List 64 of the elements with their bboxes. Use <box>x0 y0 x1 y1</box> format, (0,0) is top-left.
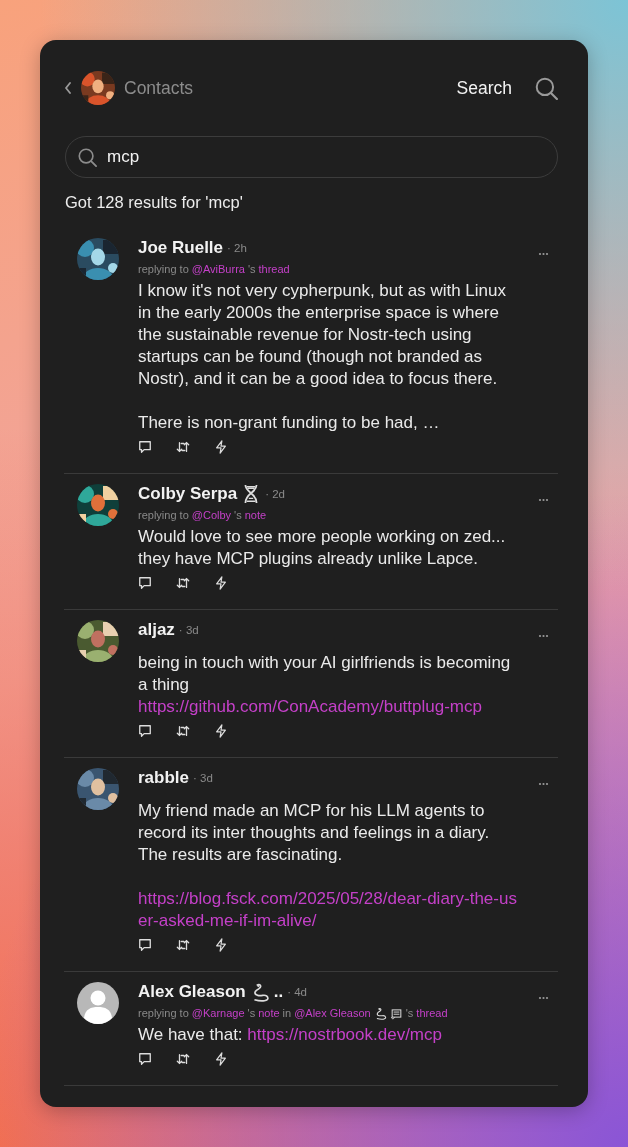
zap-icon[interactable] <box>214 440 228 454</box>
reply-icon[interactable] <box>138 724 152 738</box>
reply-link[interactable]: @Alex Gleason <box>294 1007 371 1019</box>
back-link[interactable]: Contacts <box>124 77 194 99</box>
post-link[interactable]: https://blog.fsck.com/2025/05/28/dear-diary-the-user-asked-me-if-im-alive/ <box>138 888 519 932</box>
reply-link[interactable]: thread <box>258 263 290 275</box>
author-name[interactable]: Colby Serpa <box>138 484 238 504</box>
reply-icon[interactable] <box>138 576 152 590</box>
reply-text: replying to <box>138 509 189 521</box>
post-text: I know it's not very cypherpunk, but as with Linux in the early 2000s the enterprise space is where the sustainable revenue for Nostr-tech using startups can be found (though not branded as Nostr), and it can be a good idea to focus there. There is non-grant funding to be had, … <box>138 281 506 432</box>
author-name[interactable]: Alex Gleason <box>138 982 246 1002</box>
post-time: · 3d <box>193 772 213 784</box>
more-icon[interactable] <box>538 498 549 502</box>
zap-icon[interactable] <box>214 938 228 952</box>
scroll-icon <box>389 1006 403 1020</box>
reply-link[interactable]: note <box>244 509 267 521</box>
reply-link[interactable]: thread <box>416 1007 448 1019</box>
author-name[interactable]: rabble <box>138 768 190 788</box>
post-time: · 4d <box>287 986 307 998</box>
search-field[interactable]: mcp <box>65 136 558 178</box>
avatar-silhouette-icon <box>77 982 119 1024</box>
page-title: Search <box>456 77 512 99</box>
post-text: being in touch with your AI girlfriends is becoming a thing <box>138 653 511 694</box>
reply-text: 's <box>405 1007 414 1019</box>
repost-icon[interactable] <box>176 938 190 952</box>
post-text: My friend made an MCP for his LLM agents to record its inter thoughts and feelings in a diary. The results are fascinating. <box>138 801 490 864</box>
post-time: · 3d <box>178 624 199 636</box>
reply-link[interactable]: @Karnage <box>191 1007 245 1019</box>
repost-icon[interactable] <box>176 440 190 454</box>
reply-icon[interactable] <box>138 440 152 454</box>
zap-icon[interactable] <box>214 724 228 738</box>
reply-icon[interactable] <box>138 938 152 952</box>
reply-text: in <box>282 1007 292 1019</box>
repost-icon[interactable] <box>176 1052 190 1066</box>
post-link[interactable]: https://nostrbook.dev/mcp <box>247 1025 442 1044</box>
reply-text: replying to <box>138 263 189 275</box>
reply-link[interactable]: note <box>258 1007 280 1019</box>
search-button[interactable] <box>534 76 558 100</box>
reply-text: 's <box>247 263 256 275</box>
post-time: · 2d <box>265 488 286 500</box>
more-icon[interactable] <box>538 252 549 256</box>
zap-icon[interactable] <box>214 1052 228 1066</box>
name-ellipsis: .. <box>273 982 284 1002</box>
reply-icon[interactable] <box>138 1052 152 1066</box>
more-icon[interactable] <box>538 634 549 638</box>
reply-link[interactable]: @AviBurra <box>191 263 245 275</box>
repost-icon[interactable] <box>176 724 190 738</box>
back-chevron-icon[interactable] <box>64 82 72 94</box>
author-name[interactable]: aljaz <box>138 620 175 640</box>
post-text: Would love to see more people working on zed... they have MCP plugins already unlike Lapce. <box>138 527 506 568</box>
zap-icon[interactable] <box>214 576 228 590</box>
post-text: We have that: <box>138 1025 244 1044</box>
post-time: · 2h <box>227 242 247 254</box>
more-icon[interactable] <box>538 782 549 786</box>
author-name[interactable]: Joe Ruelle <box>138 238 224 258</box>
post-link[interactable]: https://github.com/ConAcademy/buttplug-mcp <box>138 697 482 716</box>
reply-text: replying to <box>138 1007 189 1019</box>
reply-link[interactable]: @Colby <box>191 509 232 521</box>
repost-icon[interactable] <box>176 576 190 590</box>
more-icon[interactable] <box>538 996 549 1000</box>
reply-text: 's <box>234 509 242 521</box>
reply-text: 's <box>247 1007 256 1019</box>
results-count: Got 128 results for 'mcp' <box>65 192 244 212</box>
search-icon <box>77 147 97 167</box>
